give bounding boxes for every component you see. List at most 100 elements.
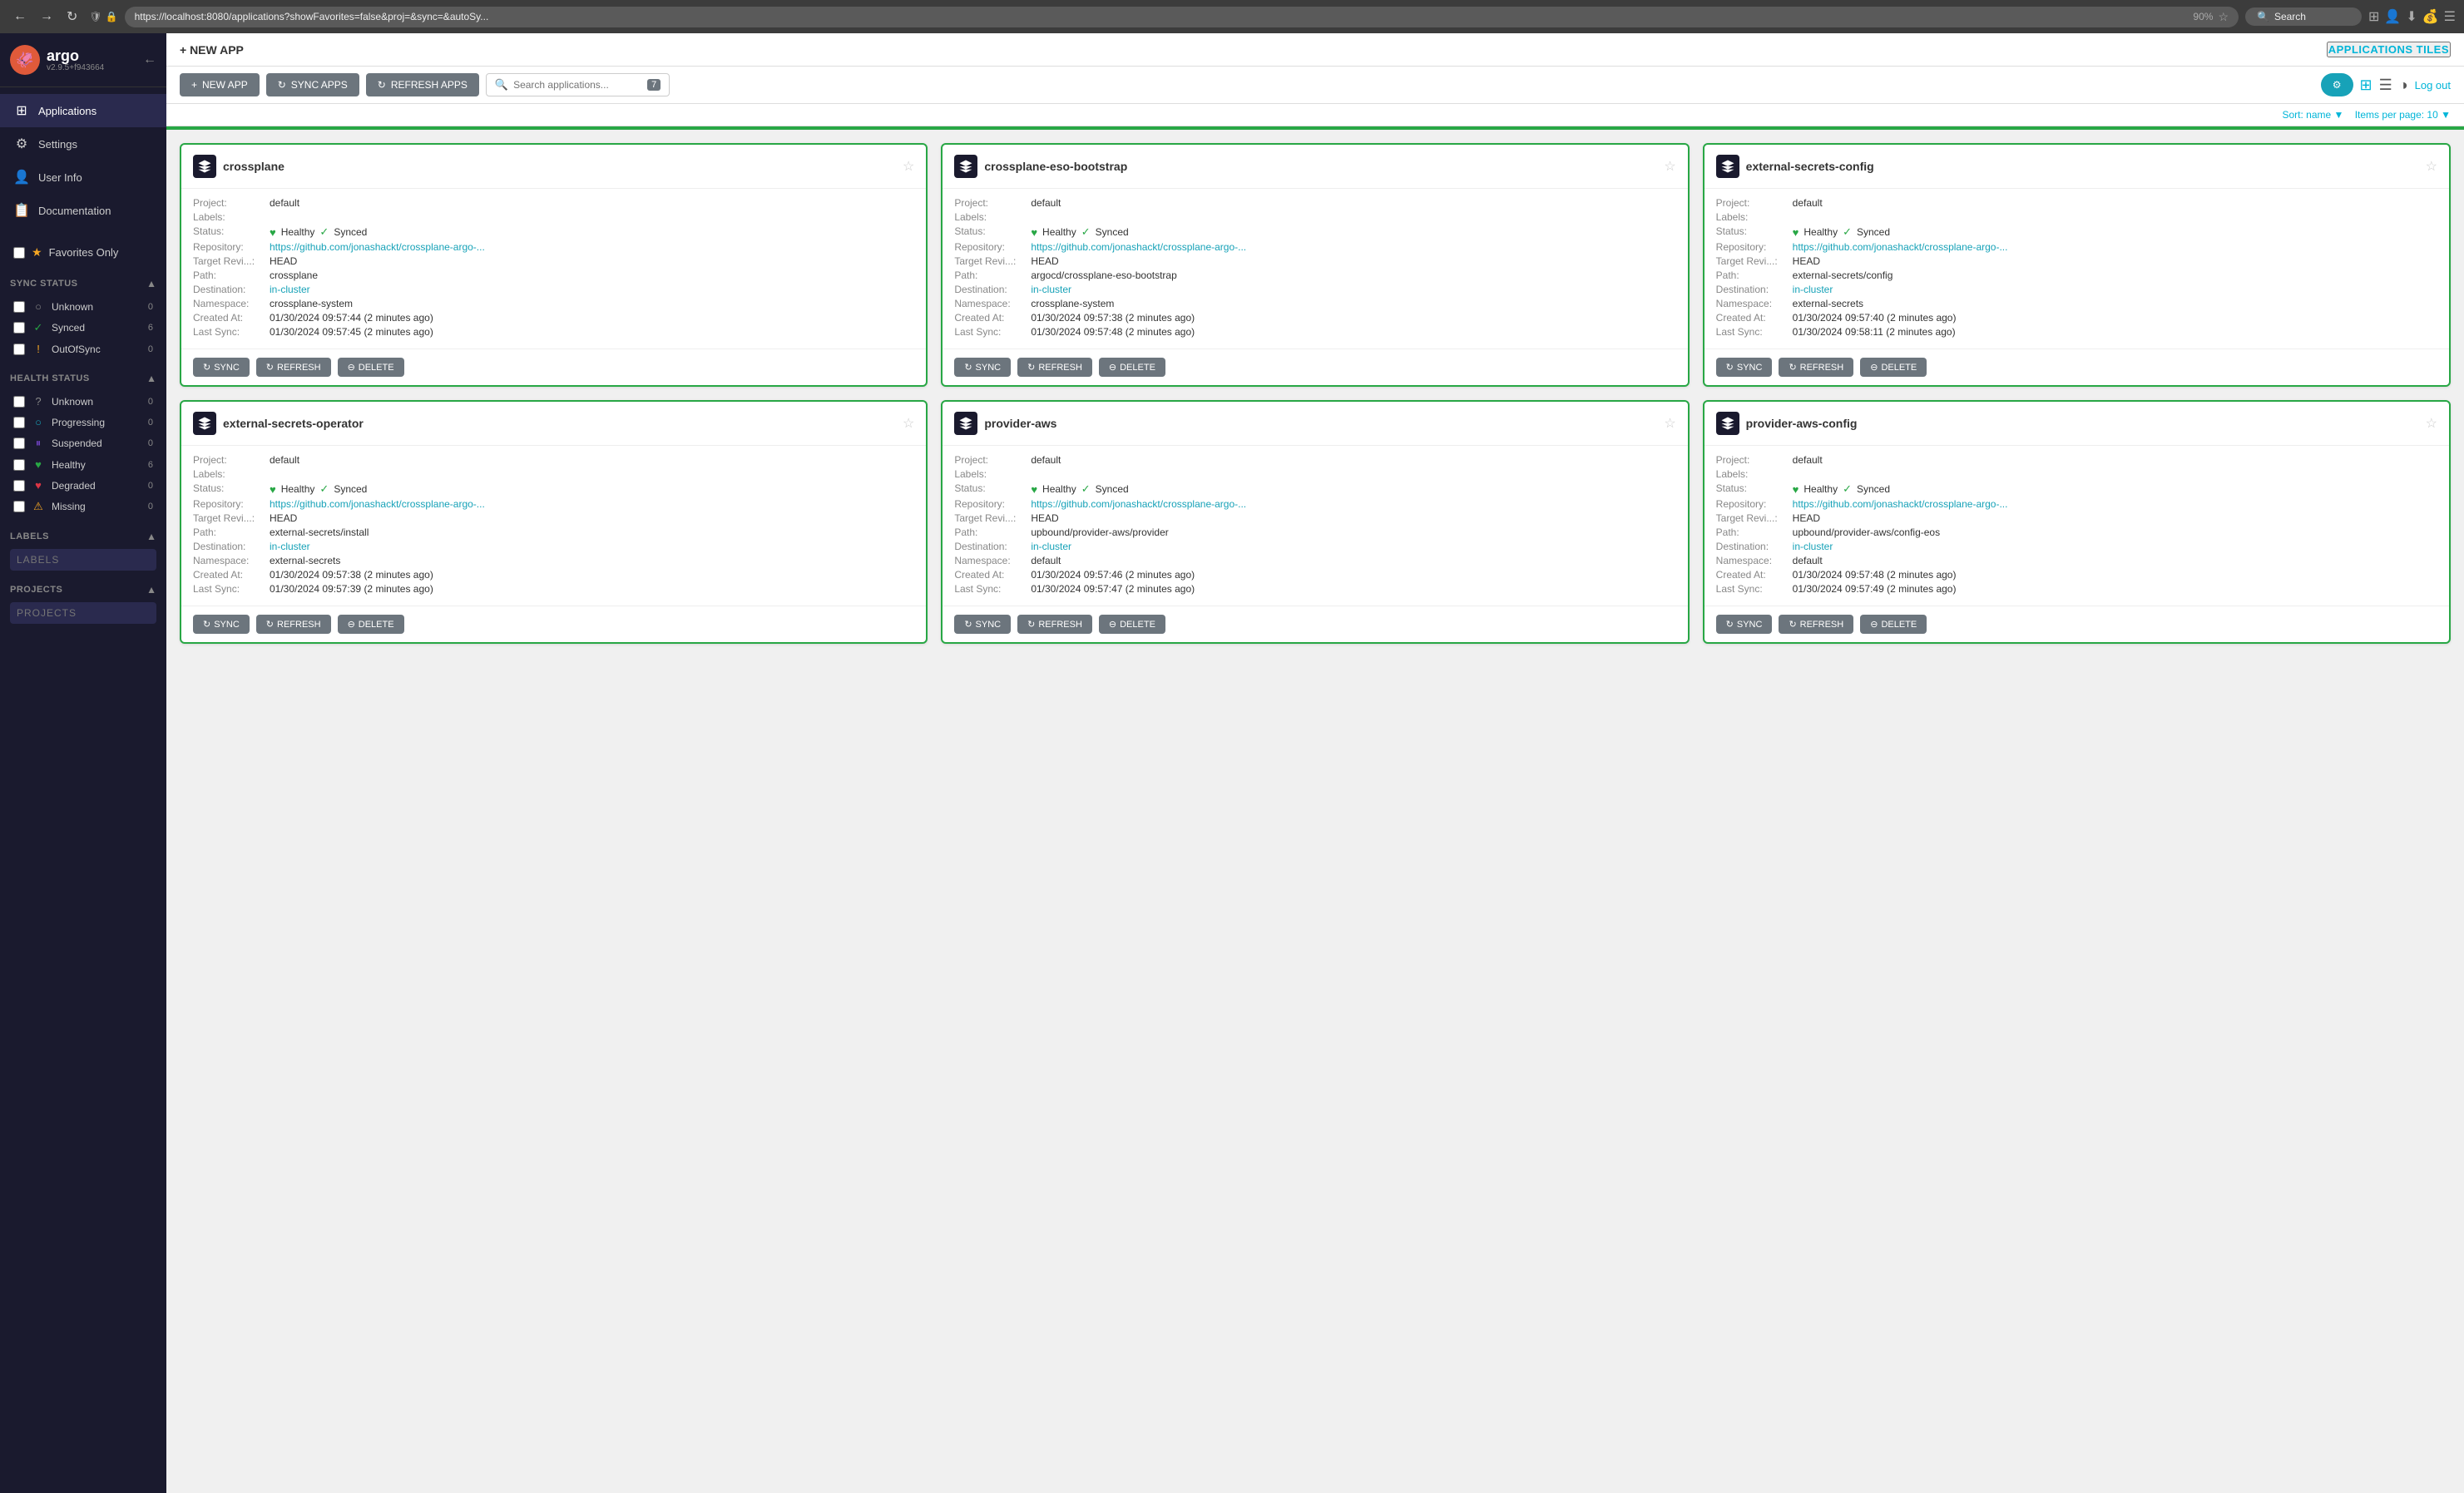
progressing-checkbox[interactable] [13,417,25,428]
back-button[interactable]: ← [8,7,32,27]
wallet-button[interactable]: 💰 [2422,8,2439,25]
refresh-btn-label: REFRESH [277,620,321,630]
out-of-sync-count: 0 [140,344,153,354]
suspended-checkbox[interactable] [13,438,25,449]
delete-button[interactable]: ⊖ DELETE [1860,615,1927,634]
app-favorite-star[interactable]: ☆ [903,158,914,175]
filter-missing[interactable]: ⚠ Missing 0 [10,496,156,517]
filter-unknown-sync[interactable]: ○ Unknown 0 [10,296,156,317]
unknown-sync-label: Unknown [52,301,133,313]
search-input[interactable] [513,79,642,91]
filter-healthy[interactable]: ♥ Healthy 6 [10,454,156,475]
app-card-header: provider-aws-config ☆ [1705,402,2449,446]
destination-value: in-cluster [1031,541,1675,552]
healthy-checkbox[interactable] [13,459,25,471]
app-repository-field: Repository: https://github.com/jonashack… [193,498,914,510]
path-label: Path: [193,527,268,538]
synced-checkbox[interactable] [13,322,25,334]
forward-button[interactable]: → [35,7,58,27]
sync-apps-button[interactable]: ↻ SYNC APPS [266,73,359,96]
app-card-header: external-secrets-config ☆ [1705,145,2449,189]
refresh-button[interactable]: ↻ REFRESH [1779,615,1853,634]
sync-button[interactable]: ↻ SYNC [954,358,1011,377]
download-button[interactable]: ⬇ [2406,8,2417,25]
health-status-toggle[interactable]: ▲ [146,373,156,384]
missing-icon: ⚠ [32,500,45,513]
delete-button[interactable]: ⊖ DELETE [1099,358,1165,377]
projects-input[interactable] [10,602,156,624]
sync-status-toggle[interactable]: ▲ [146,278,156,289]
list-view-button[interactable]: ☰ [2379,77,2392,94]
new-app-label: NEW APP [202,79,248,91]
namespace-value: external-secrets [270,555,914,566]
sort-name-link[interactable]: Sort: name ▼ [2282,109,2343,121]
delete-button[interactable]: ⊖ DELETE [1860,358,1927,377]
sidebar-item-documentation[interactable]: 📋 Documentation [0,194,166,227]
refresh-button[interactable]: ↻ REFRESH [1017,615,1092,634]
grid-view-button[interactable]: ⊞ [2360,77,2372,94]
unknown-health-checkbox[interactable] [13,396,25,408]
profile-button[interactable]: 👤 [2384,8,2401,25]
filter-progressing[interactable]: ○ Progressing 0 [10,412,156,433]
namespace-value: crossplane-system [270,298,914,309]
menu-button[interactable]: ☰ [2444,8,2456,25]
app-favorite-star[interactable]: ☆ [2426,415,2437,432]
filter-out-of-sync[interactable]: ! OutOfSync 0 [10,339,156,359]
sidebar-back-button[interactable]: ← [143,52,156,67]
labels-input[interactable] [10,549,156,571]
sync-button[interactable]: ↻ SYNC [954,615,1011,634]
app-name-text: external-secrets-operator [223,417,364,430]
app-favorite-star[interactable]: ☆ [903,415,914,432]
missing-checkbox[interactable] [13,501,25,512]
refresh-apps-button[interactable]: ↻ REFRESH APPS [366,73,479,96]
unknown-sync-checkbox[interactable] [13,301,25,313]
chart-view-button[interactable]: ◑ [2399,77,2408,94]
projects-toggle[interactable]: ▲ [146,584,156,596]
sidebar-item-settings[interactable]: ⚙ Settings [0,127,166,161]
refresh-btn-icon: ↻ [1789,619,1796,630]
degraded-checkbox[interactable] [13,480,25,492]
labels-toggle[interactable]: ▲ [146,531,156,542]
last-sync-label: Last Sync: [954,326,1029,338]
refresh-button[interactable]: ↻ REFRESH [1017,358,1092,377]
created-at-label: Created At: [193,312,268,324]
sync-button[interactable]: ↻ SYNC [1716,358,1773,377]
app-favorite-star[interactable]: ☆ [1664,158,1675,175]
app-favorite-star[interactable]: ☆ [1664,415,1675,432]
reload-button[interactable]: ↻ [62,7,82,27]
browser-search-bar[interactable]: 🔍 Search [2245,7,2362,26]
app-tiles-button[interactable]: APPLICATIONS TILES [2327,42,2451,57]
favorites-filter-item[interactable]: ★ Favorites Only [10,240,156,264]
sync-button[interactable]: ↻ SYNC [193,615,250,634]
sidebar-item-user-info[interactable]: 👤 User Info [0,161,166,194]
sidebar-item-applications[interactable]: ⊞ Applications [0,94,166,127]
filter-unknown-health[interactable]: ? Unknown 0 [10,391,156,412]
delete-button[interactable]: ⊖ DELETE [338,358,404,377]
favorites-checkbox[interactable] [13,247,25,259]
filter-button[interactable]: ⚙ [2321,73,2353,96]
delete-button[interactable]: ⊖ DELETE [338,615,404,634]
app-favorite-star[interactable]: ☆ [2426,158,2437,175]
created-at-label: Created At: [193,569,268,581]
bookmark-star-button[interactable]: ☆ [2218,10,2229,24]
refresh-button[interactable]: ↻ REFRESH [1779,358,1853,377]
logout-button[interactable]: Log out [2415,79,2451,91]
filter-degraded[interactable]: ♥ Degraded 0 [10,475,156,496]
filter-suspended[interactable]: ⏸ Suspended 0 [10,433,156,454]
extensions-button[interactable]: ⊞ [2368,8,2379,25]
app-card-icon [954,412,977,435]
url-bar[interactable]: https://localhost:8080/applications?show… [125,7,2239,27]
filter-synced[interactable]: ✓ Synced 6 [10,317,156,339]
status-label: Status: [193,482,268,494]
refresh-button[interactable]: ↻ REFRESH [256,358,331,377]
app-labels-field: Labels: [193,468,914,480]
sync-button[interactable]: ↻ SYNC [1716,615,1773,634]
app-card-body: Project: default Labels: Status: ♥ Healt… [1705,446,2449,606]
sync-button[interactable]: ↻ SYNC [193,358,250,377]
delete-button[interactable]: ⊖ DELETE [1099,615,1165,634]
refresh-button[interactable]: ↻ REFRESH [256,615,331,634]
browser-nav-buttons: ← → ↻ [8,7,82,27]
items-per-page-link[interactable]: Items per page: 10 ▼ [2355,109,2451,121]
out-of-sync-checkbox[interactable] [13,344,25,355]
new-app-button[interactable]: + NEW APP [180,73,260,96]
